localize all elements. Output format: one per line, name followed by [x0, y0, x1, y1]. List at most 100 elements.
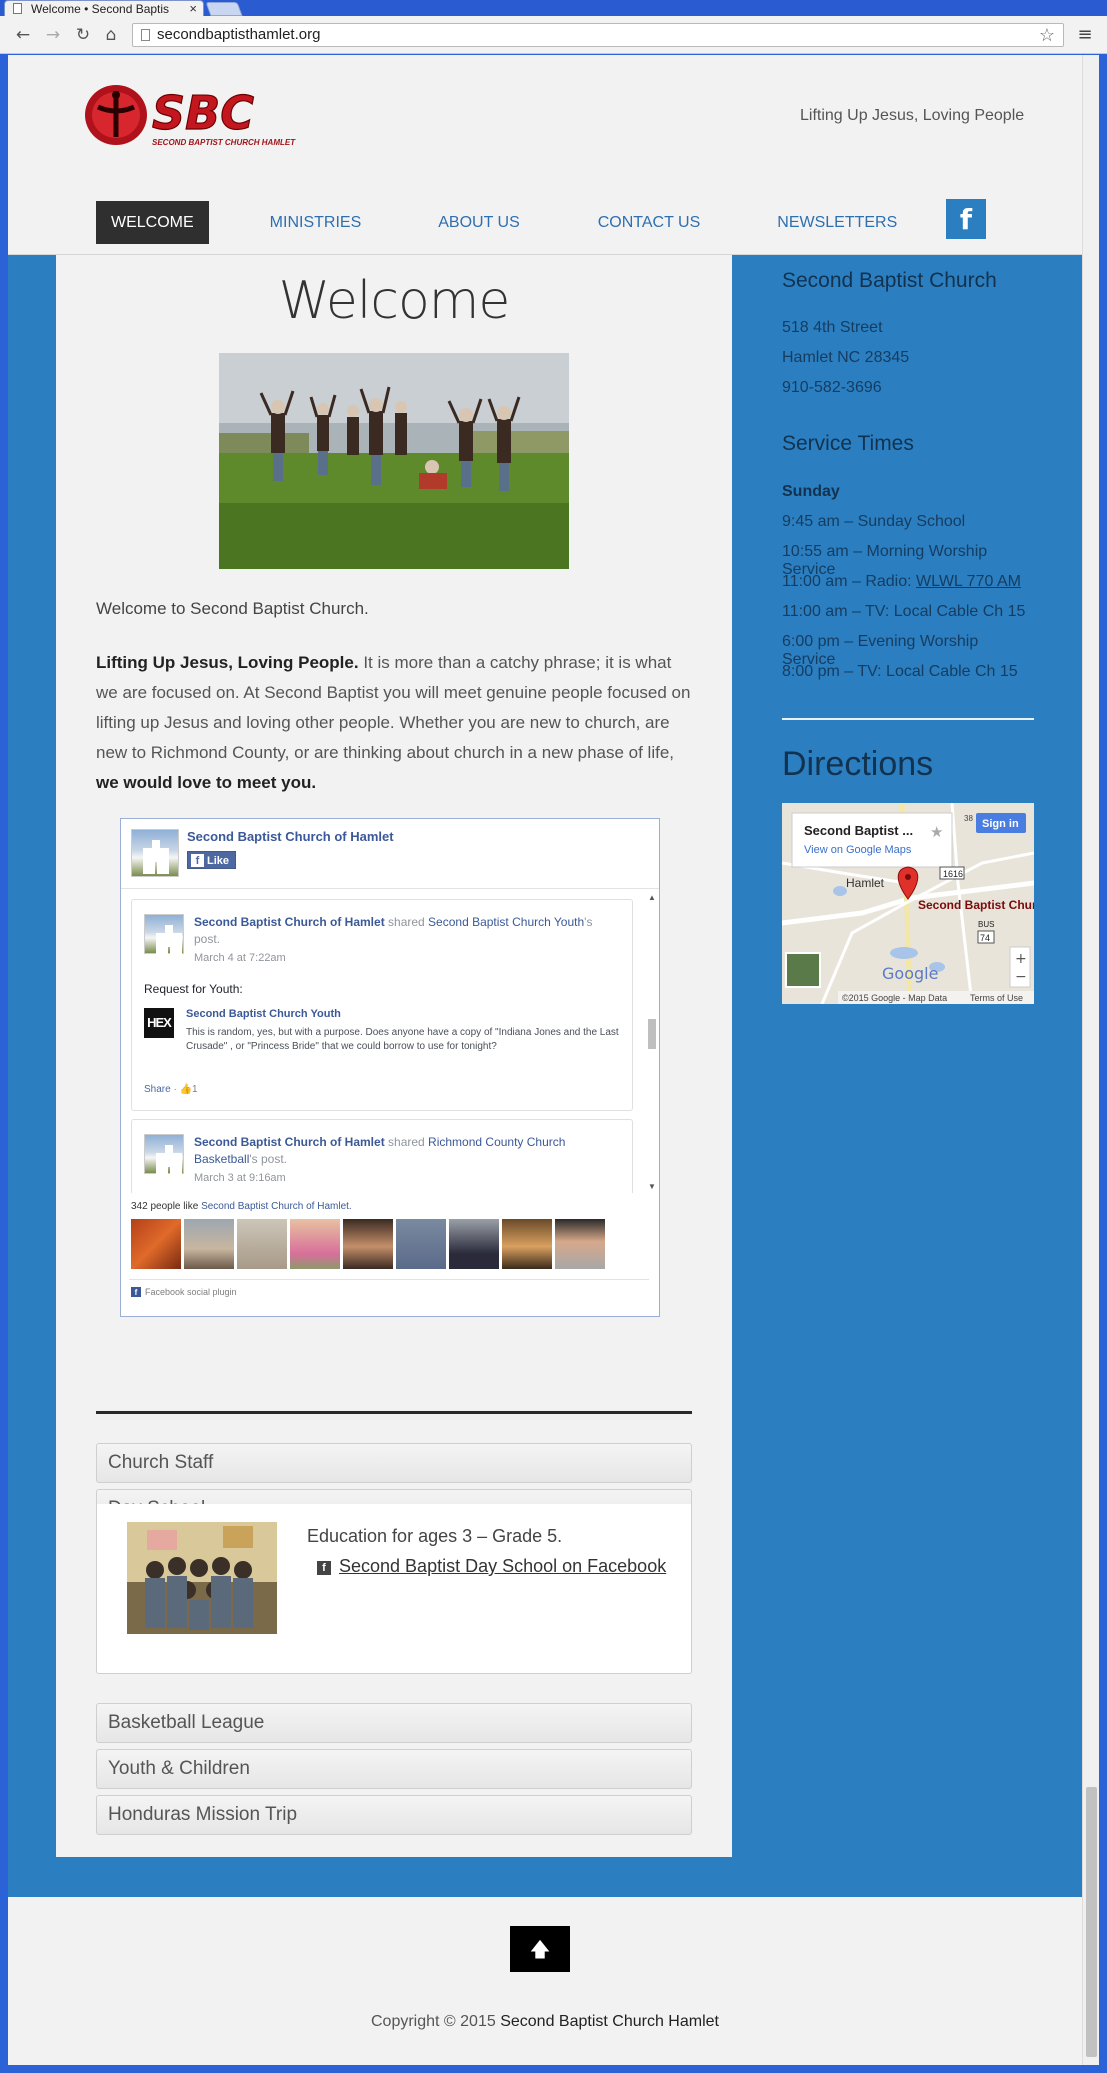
shared-post-text: This is random, yes, but with a purpose.…	[186, 1027, 619, 1052]
bookmark-star-icon[interactable]: ☆	[1039, 24, 1055, 46]
fb-like-button[interactable]: f Like	[187, 851, 237, 869]
post-suffix: 's post.	[249, 1152, 288, 1166]
accordion-honduras-mission-trip[interactable]: Honduras Mission Trip	[96, 1795, 692, 1835]
site-header: SBC SECOND BAPTIST CHURCH HAMLET Lifting…	[8, 55, 1082, 255]
likes-prefix: 342 people like	[131, 1201, 202, 1212]
shared-page-name[interactable]: Second Baptist Church Youth	[186, 1008, 341, 1020]
accordion-youth-children[interactable]: Youth & Children	[96, 1749, 692, 1789]
nav-ministries[interactable]: MINISTRIES	[255, 201, 377, 244]
intro-bold: Lifting Up Jesus, Loving People.	[96, 653, 359, 672]
accordion-basketball-league[interactable]: Basketball League	[96, 1703, 692, 1743]
day-school-facebook-link[interactable]: f Second Baptist Day School on Facebook	[317, 1556, 666, 1577]
avatar[interactable]	[290, 1219, 340, 1269]
accordion-church-staff[interactable]: Church Staff	[96, 1443, 692, 1483]
like-count[interactable]: 1	[192, 1084, 198, 1095]
post-author[interactable]: Second Baptist Church of Hamlet	[194, 1135, 385, 1149]
avatar[interactable]	[396, 1219, 446, 1269]
avatar[interactable]	[343, 1219, 393, 1269]
post-date[interactable]: March 3 at 9:16am	[194, 1172, 286, 1184]
intro-end: we would love to meet you.	[96, 773, 317, 792]
arrow-up-icon: 🡅	[529, 1937, 551, 1961]
page-icon	[141, 29, 150, 41]
menu-icon[interactable]: ≡	[1074, 24, 1096, 46]
home-icon[interactable]: ⌂	[100, 24, 122, 46]
svg-text:View on Google Maps: View on Google Maps	[804, 844, 912, 856]
church-thumbnail[interactable]	[144, 914, 184, 954]
likes-page-link[interactable]: Second Baptist Church of Hamlet.	[201, 1201, 352, 1212]
day-school-photo	[127, 1522, 277, 1634]
tab-strip: Welcome • Second Baptis ×	[0, 0, 1107, 16]
divider	[96, 1411, 692, 1414]
post-body: Request for Youth:	[144, 982, 243, 996]
post-author-line: Second Baptist Church of Hamlet shared R…	[194, 1134, 614, 1168]
post-verb: shared	[384, 915, 429, 929]
service-time: 11:00 am – TV: Local Cable Ch 15	[782, 603, 1026, 620]
facebook-icon[interactable]: f	[946, 199, 986, 239]
scroll-down-icon[interactable]: ▼	[648, 1182, 656, 1191]
plugin-label-text: Facebook social plugin	[145, 1287, 237, 1297]
post-date[interactable]: March 4 at 7:22am	[194, 952, 286, 964]
avatar[interactable]	[449, 1219, 499, 1269]
svg-text:+: +	[1015, 951, 1027, 967]
nav-contact-us[interactable]: CONTACT US	[583, 201, 716, 244]
post-author-line: Second Baptist Church of Hamlet shared S…	[194, 914, 614, 948]
new-tab-button[interactable]	[205, 2, 243, 16]
address-bar[interactable]: secondbaptisthamlet.org ☆	[132, 23, 1064, 47]
fb-faces	[131, 1219, 605, 1269]
address-line-1: 518 4th Street	[782, 319, 883, 336]
service-time-text: 11:00 am – Radio:	[782, 573, 917, 590]
browser-window: Welcome • Second Baptis × ← → ↻ ⌂ second…	[0, 0, 1107, 2073]
accordion-panel-day-school: Education for ages 3 – Grade 5. f Second …	[96, 1504, 692, 1674]
page-title: Welcome	[278, 271, 511, 331]
svg-text:Hamlet: Hamlet	[846, 876, 885, 890]
church-thumbnail[interactable]	[131, 829, 179, 877]
avatar[interactable]	[131, 1219, 181, 1269]
google-map[interactable]: Second Baptist ... View on Google Maps ★…	[782, 803, 1034, 1004]
browser-tab[interactable]: Welcome • Second Baptis ×	[4, 0, 204, 16]
radio-station-link[interactable]: WLWL 770 AM	[916, 573, 1021, 590]
facebook-icon: f	[317, 1561, 331, 1575]
intro-paragraph: Lifting Up Jesus, Loving People. It is m…	[96, 648, 696, 798]
svg-text:1616: 1616	[943, 869, 963, 879]
svg-text:SECOND BAPTIST CHURCH HAMLET: SECOND BAPTIST CHURCH HAMLET	[152, 138, 296, 147]
welcome-text: Welcome to Second Baptist Church.	[96, 599, 369, 618]
nav-newsletters[interactable]: NEWSLETTERS	[762, 201, 912, 244]
avatar[interactable]	[555, 1219, 605, 1269]
avatar[interactable]	[184, 1219, 234, 1269]
reload-icon[interactable]: ↻	[72, 24, 94, 46]
svg-text:BUS: BUS	[978, 920, 994, 929]
svg-text:SBC: SBC	[152, 86, 254, 140]
scroll-up-icon[interactable]: ▲	[648, 893, 656, 902]
forward-icon[interactable]: →	[42, 24, 64, 46]
url-text: secondbaptisthamlet.org	[157, 26, 321, 43]
close-icon[interactable]: ×	[189, 1, 197, 16]
back-icon[interactable]: ←	[12, 24, 34, 46]
hero-image	[219, 353, 569, 569]
svg-text:38: 38	[964, 814, 973, 823]
shared-page-logo[interactable]: HEX	[144, 1008, 174, 1038]
tab-title: Welcome • Second Baptis	[31, 1, 170, 16]
nav-welcome[interactable]: WELCOME	[96, 201, 209, 244]
page-scrollbar[interactable]	[1082, 55, 1099, 2065]
church-thumbnail[interactable]	[144, 1134, 184, 1174]
share-link[interactable]: Share	[144, 1084, 171, 1095]
page-viewport: SBC SECOND BAPTIST CHURCH HAMLET Lifting…	[8, 55, 1082, 2065]
fb-feed[interactable]: Second Baptist Church of Hamlet shared S…	[121, 891, 659, 1193]
nav-about-us[interactable]: ABOUT US	[423, 201, 535, 244]
church-logo[interactable]: SBC SECOND BAPTIST CHURCH HAMLET	[82, 83, 314, 149]
back-to-top-button[interactable]: 🡅	[510, 1926, 570, 1972]
divider	[129, 1279, 649, 1280]
svg-text:Second Baptist ...: Second Baptist ...	[804, 823, 913, 838]
address-line-2: Hamlet NC 28345	[782, 349, 910, 366]
fb-feed-scrollbar[interactable]: ▲ ▼	[645, 891, 659, 1193]
post-author[interactable]: Second Baptist Church of Hamlet	[194, 915, 385, 929]
avatar[interactable]	[502, 1219, 552, 1269]
post-target[interactable]: Second Baptist Church Youth	[428, 915, 584, 929]
scrollbar-thumb[interactable]	[1086, 1787, 1097, 2057]
day-school-link-text: Second Baptist Day School on Facebook	[339, 1556, 667, 1576]
fb-page-name[interactable]: Second Baptist Church of Hamlet	[187, 829, 394, 844]
avatar[interactable]	[237, 1219, 287, 1269]
directions-heading: Directions	[782, 745, 934, 783]
fb-plugin-label[interactable]: f Facebook social plugin	[131, 1287, 237, 1297]
scroll-thumb[interactable]	[648, 1019, 656, 1049]
